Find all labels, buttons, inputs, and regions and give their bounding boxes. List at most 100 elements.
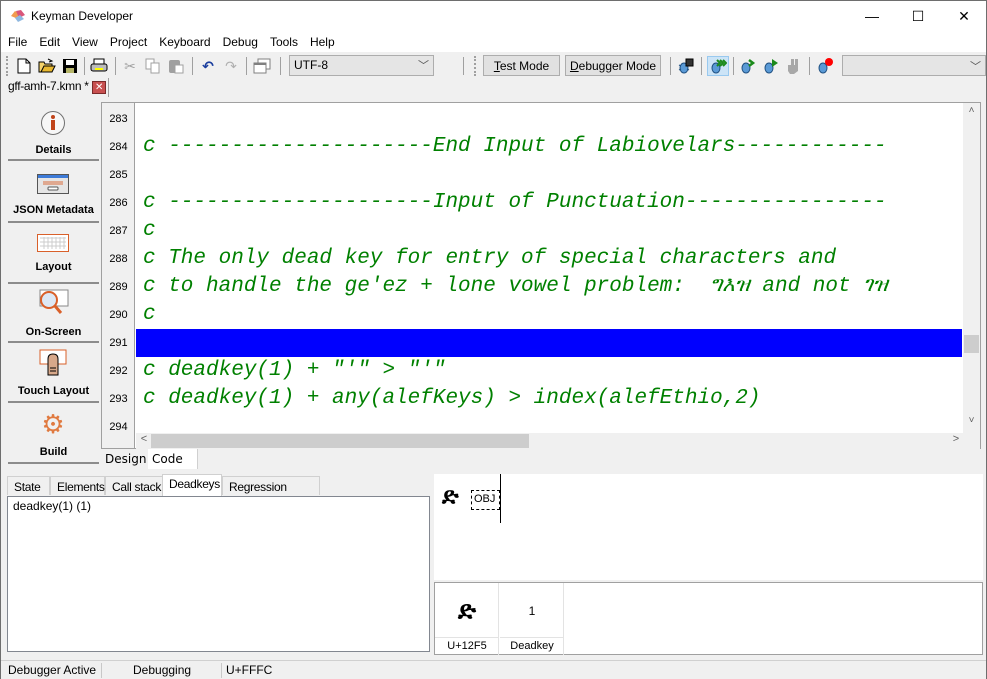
debug-pause-button[interactable]: [785, 57, 803, 75]
keyman-logo-icon: [11, 10, 25, 22]
touch-keyboard-icon: [36, 349, 70, 379]
code-editor[interactable]: 283 284 285 286 287 288 289 290 291 292 …: [101, 102, 981, 449]
scroll-right-icon[interactable]: >: [948, 433, 964, 449]
title-bar: Keyman Developer — ☐ ✕: [1, 1, 986, 32]
chevron-down-icon: ﹀: [418, 60, 429, 72]
debug-run-icon: [711, 59, 727, 74]
code-line: c ---------------------Input of Punctuat…: [143, 191, 887, 214]
debug-target-select[interactable]: ﹀: [842, 55, 986, 76]
line-number: 288: [109, 253, 128, 265]
debug-step-forward-button[interactable]: [762, 57, 780, 75]
minimize-button[interactable]: —: [849, 1, 895, 31]
tab-code[interactable]: Code: [148, 449, 198, 469]
line-number: 287: [109, 225, 128, 237]
debug-step-button[interactable]: [739, 57, 757, 75]
encoding-select[interactable]: UTF-8 ﹀: [289, 55, 434, 76]
close-button[interactable]: ✕: [941, 1, 987, 31]
debug-stop-button[interactable]: [677, 57, 695, 75]
debug-output-textarea[interactable]: ድ OBJ: [434, 474, 983, 580]
line-number: 294: [109, 421, 128, 433]
window-button[interactable]: [253, 57, 271, 75]
document-tab[interactable]: gff-amh-7.kmn * ✕: [3, 78, 109, 97]
deadkey-value: 1: [528, 604, 536, 618]
menu-project[interactable]: Project: [103, 32, 152, 52]
scroll-left-icon[interactable]: <: [136, 433, 152, 449]
new-file-button[interactable]: [15, 57, 33, 75]
code-area[interactable]: c ---------------------End Input of Labi…: [136, 103, 962, 433]
vertical-scrollbar[interactable]: ˄ ˅: [963, 103, 980, 433]
print-button[interactable]: [90, 57, 108, 75]
keyboard-icon: [36, 228, 70, 258]
debug-stop-icon: [678, 58, 694, 74]
char-cell[interactable]: 1 Deadkey: [500, 583, 564, 655]
deadkeys-list[interactable]: deadkey(1) (1): [7, 496, 430, 652]
sidebar-item-label: Build: [39, 446, 68, 458]
tab-call-stack[interactable]: Call stack: [105, 476, 163, 495]
horizontal-scroll-thumb[interactable]: [151, 434, 529, 448]
deadkey-list-item[interactable]: deadkey(1) (1): [13, 499, 424, 513]
tab-deadkeys[interactable]: Deadkeys: [162, 474, 222, 496]
sidebar-item-label: Touch Layout: [17, 385, 90, 397]
sidebar-item-label: Layout: [35, 261, 72, 273]
copy-icon: [145, 58, 160, 74]
open-button[interactable]: [38, 57, 56, 75]
sidebar-item-layout[interactable]: Layout: [8, 226, 99, 284]
line-number: 293: [109, 393, 128, 405]
menu-edit[interactable]: Edit: [32, 32, 65, 52]
menu-keyboard[interactable]: Keyboard: [152, 32, 215, 52]
menu-debug[interactable]: Debug: [216, 32, 263, 52]
debugger-mode-button[interactable]: Debugger Mode: [565, 55, 661, 76]
maximize-button[interactable]: ☐: [895, 1, 941, 31]
tab-design[interactable]: Design: [101, 449, 147, 469]
menu-view[interactable]: View: [65, 32, 103, 52]
menu-file[interactable]: File: [1, 32, 32, 52]
code-line: c deadkey(1) + "'" > "'": [143, 359, 446, 382]
menu-tools[interactable]: Tools: [263, 32, 303, 52]
copy-button[interactable]: [144, 57, 162, 75]
status-debugger: Debugger Active: [8, 663, 97, 677]
menu-help[interactable]: Help: [303, 32, 340, 52]
close-tab-icon[interactable]: ✕: [92, 81, 106, 94]
debug-run-button[interactable]: [707, 56, 729, 76]
toolbar-grip[interactable]: [6, 56, 9, 76]
code-line: c ---------------------End Input of Labi…: [143, 135, 887, 158]
open-folder-icon: [38, 58, 56, 73]
test-mode-button[interactable]: Test Mode: [483, 55, 560, 76]
debug-breakpoint-button[interactable]: [816, 57, 834, 75]
tab-state[interactable]: State: [7, 476, 50, 495]
status-character: U+FFFC: [226, 663, 273, 677]
undo-button[interactable]: ↶: [199, 57, 217, 75]
horizontal-scrollbar[interactable]: < >: [136, 433, 980, 449]
current-execution-line: any(sads) + "'" > index(sads,1) deadkey(…: [136, 329, 962, 382]
toolbar-grip[interactable]: [474, 56, 477, 76]
sidebar-item-label: JSON Metadata: [13, 204, 94, 216]
sidebar-item-on-screen[interactable]: On-Screen: [8, 285, 99, 343]
code-line: c deadkey(1) + any(alefKeys) > index(ale…: [143, 387, 761, 410]
save-button[interactable]: [61, 57, 79, 75]
paste-button[interactable]: [167, 57, 185, 75]
code-line: c: [143, 219, 156, 242]
sidebar-item-json-metadata[interactable]: JSON Metadata: [8, 165, 99, 223]
sidebar-item-touch-layout[interactable]: Touch Layout: [8, 345, 99, 403]
cut-button[interactable]: ✂: [121, 57, 139, 75]
debug-breakpoint-icon: [818, 58, 833, 74]
line-number-gutter: 283 284 285 286 287 288 289 290 291 292 …: [102, 103, 135, 448]
tab-elements[interactable]: Elements: [50, 476, 105, 495]
char-cell[interactable]: ድ U+12F5: [435, 583, 499, 655]
scroll-up-icon[interactable]: ˄: [963, 105, 980, 122]
debug-pause-icon: [788, 59, 798, 74]
redo-button[interactable]: ↷: [222, 57, 240, 75]
maximize-icon: ☐: [911, 7, 925, 24]
sidebar-item-details[interactable]: Details: [8, 102, 99, 161]
paste-icon: [169, 60, 184, 74]
sidebar-item-build[interactable]: ⚙ Build: [8, 406, 99, 464]
vertical-scroll-thumb[interactable]: [964, 335, 979, 353]
output-character: ድ: [442, 482, 459, 510]
code-line: c The only dead key for entry of special…: [143, 247, 837, 270]
scroll-down-icon[interactable]: ˅: [963, 415, 980, 432]
info-icon: [36, 108, 70, 138]
tab-regression-testing[interactable]: Regression testing: [222, 476, 320, 508]
